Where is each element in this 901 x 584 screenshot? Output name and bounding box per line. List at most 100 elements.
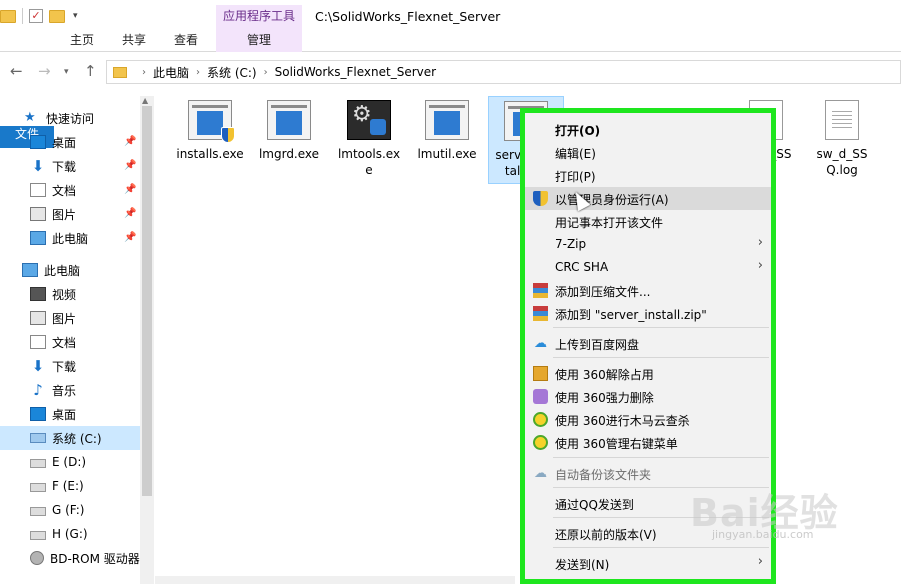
drive-icon — [30, 483, 46, 492]
menu-item-360-force-delete[interactable]: 使用 360强力删除 — [525, 385, 771, 408]
nav-item-drive-d[interactable]: E (D:) — [30, 450, 86, 474]
nav-label: E (D:) — [52, 455, 87, 469]
nav-label: 图片 — [52, 207, 77, 222]
menu-item-open[interactable]: 打开(O) — [525, 118, 771, 141]
nav-item-desktop-pc[interactable]: 桌面 — [30, 402, 76, 426]
document-icon — [30, 183, 46, 197]
customize-toolbar-icon[interactable]: ▾ — [73, 11, 78, 21]
nav-item-desktop[interactable]: 桌面 — [30, 130, 76, 154]
nav-label: 桌面 — [52, 135, 77, 150]
nav-item-documents-pc[interactable]: 文档 — [30, 330, 76, 354]
back-arrow-icon[interactable]: ← — [10, 62, 23, 80]
menu-item-open-notepad[interactable]: 用记事本打开该文件 — [525, 210, 771, 233]
pin-icon[interactable]: 📌 — [124, 160, 136, 171]
menu-item-run-as-admin[interactable]: 以管理员身份运行(A) — [525, 187, 771, 210]
tab-view[interactable]: 查看 — [162, 30, 210, 52]
nav-item-pictures[interactable]: 图片 — [30, 202, 76, 226]
drive-icon — [30, 433, 46, 443]
tab-home[interactable]: 主页 — [58, 30, 106, 52]
properties-icon[interactable]: ✓ — [29, 9, 43, 23]
document-icon — [30, 335, 46, 349]
breadcrumb-this-pc[interactable]: 此电脑 — [153, 64, 189, 81]
menu-item-label: 添加到 "server_install.zip" — [555, 308, 707, 322]
disc-icon — [30, 551, 44, 565]
pin-icon[interactable]: 📌 — [124, 232, 136, 243]
file-item[interactable]: lmutil.exe — [409, 96, 485, 162]
file-item[interactable]: lmtools.exe — [330, 96, 408, 178]
menu-item-crc-sha[interactable]: CRC SHA › — [525, 256, 771, 279]
file-item[interactable]: lmgrd.exe — [251, 96, 327, 162]
drive-icon — [30, 459, 46, 468]
nav-label: F (E:) — [52, 479, 84, 493]
chevron-right-icon[interactable]: › — [142, 67, 146, 78]
menu-item-add-zip[interactable]: 添加到 "server_install.zip" — [525, 302, 771, 325]
chevron-right-icon[interactable]: › — [264, 67, 268, 78]
pin-icon[interactable]: 📌 — [124, 136, 136, 147]
new-folder-icon[interactable] — [49, 9, 65, 23]
nav-label: BD-ROM 驱动器 — [50, 551, 140, 566]
nav-item-downloads[interactable]: ⬇ 下载 — [30, 154, 76, 178]
menu-item-360-scan[interactable]: 使用 360进行木马云查杀 — [525, 408, 771, 431]
file-name: sw_d_SSQ.log — [816, 147, 868, 177]
nav-label: 此电脑 — [52, 231, 89, 246]
nav-item-drive-c[interactable]: 系统 (C:) — [0, 426, 140, 450]
nav-item-drive-f[interactable]: G (F:) — [30, 498, 85, 522]
computer-icon — [22, 263, 38, 277]
pin-icon[interactable]: 📌 — [124, 184, 136, 195]
breadcrumb-drive-c[interactable]: 系统 (C:) — [207, 64, 257, 81]
nav-item-videos[interactable]: 视频 — [30, 282, 76, 306]
pin-icon[interactable]: 📌 — [124, 208, 136, 219]
tab-manage[interactable]: 管理 — [216, 30, 302, 52]
file-item[interactable]: installs.exe — [172, 96, 248, 162]
chevron-right-icon[interactable]: › — [196, 67, 200, 78]
nav-item-downloads-pc[interactable]: ⬇ 下载 — [30, 354, 76, 378]
menu-item-baidu-upload[interactable]: ☁ 上传到百度网盘 — [525, 332, 771, 355]
menu-item-label: 使用 360管理右键菜单 — [555, 437, 678, 451]
menu-item-add-archive[interactable]: 添加到压缩文件... — [525, 279, 771, 302]
star-icon: ★ — [24, 110, 36, 125]
menu-item-label: 7-Zip — [555, 237, 587, 251]
chevron-right-icon: › — [757, 554, 763, 569]
menu-item-label: 使用 360强力删除 — [555, 391, 654, 405]
nav-item-bd-rom[interactable]: BD-ROM 驱动器 — [30, 546, 140, 570]
uac-shield-icon — [221, 127, 235, 143]
folder-icon — [0, 9, 16, 23]
nav-quick-access[interactable]: ★ 快速访问 — [24, 106, 94, 130]
menu-item-360-unlock[interactable]: 使用 360解除占用 — [525, 362, 771, 385]
recent-locations-icon[interactable]: ▾ — [64, 67, 69, 77]
scroll-up-icon[interactable]: ▲ — [142, 96, 148, 105]
exe-file-icon — [267, 100, 311, 140]
file-item[interactable]: sw_d_SSQ.log — [804, 96, 880, 178]
breadcrumb-folder[interactable]: SolidWorks_Flexnet_Server — [275, 65, 436, 79]
menu-item-7zip[interactable]: 7-Zip › — [525, 233, 771, 256]
computer-icon — [30, 231, 46, 245]
nav-item-drive-e[interactable]: F (E:) — [30, 474, 84, 498]
menu-item-label: 使用 360进行木马云查杀 — [555, 414, 690, 428]
menu-item-label: 打开(O) — [555, 124, 601, 138]
lmtools-icon — [347, 100, 391, 140]
navigation-pane: ★ 快速访问 桌面 📌 ⬇ 下载 📌 文档 📌 图片 📌 此电脑 📌 此电脑 视… — [0, 96, 155, 584]
forward-arrow-icon[interactable]: → — [38, 62, 51, 80]
drive-icon — [30, 531, 46, 540]
address-bar[interactable]: › 此电脑 › 系统 (C:) › SolidWorks_Flexnet_Ser… — [106, 60, 901, 84]
nav-item-this-pc-pinned[interactable]: 此电脑 — [30, 226, 88, 250]
up-arrow-icon[interactable]: ↑ — [84, 62, 97, 80]
nav-item-documents[interactable]: 文档 — [30, 178, 76, 202]
menu-item-label: 使用 360解除占用 — [555, 368, 654, 382]
horizontal-scrollbar[interactable] — [155, 576, 515, 584]
nav-item-pictures-pc[interactable]: 图片 — [30, 306, 76, 330]
nav-pane-scrollbar[interactable]: ▲ — [140, 96, 154, 584]
nav-item-drive-g[interactable]: H (G:) — [30, 522, 88, 546]
tab-share[interactable]: 共享 — [110, 30, 158, 52]
menu-item-send-to[interactable]: 发送到(N) › — [525, 552, 771, 575]
menu-divider — [553, 457, 769, 458]
desktop-icon — [30, 407, 46, 421]
menu-item-edit[interactable]: 编辑(E) — [525, 141, 771, 164]
nav-item-music[interactable]: ♪ 音乐 — [30, 378, 76, 402]
menu-item-print[interactable]: 打印(P) — [525, 164, 771, 187]
nav-this-pc[interactable]: 此电脑 — [22, 258, 80, 282]
scrollbar-thumb[interactable] — [142, 106, 152, 496]
ribbon-tabs: 文件 主页 共享 查看 管理 — [0, 30, 901, 148]
nav-label: 下载 — [52, 359, 77, 374]
menu-item-360-manage-menu[interactable]: 使用 360管理右键菜单 — [525, 431, 771, 454]
